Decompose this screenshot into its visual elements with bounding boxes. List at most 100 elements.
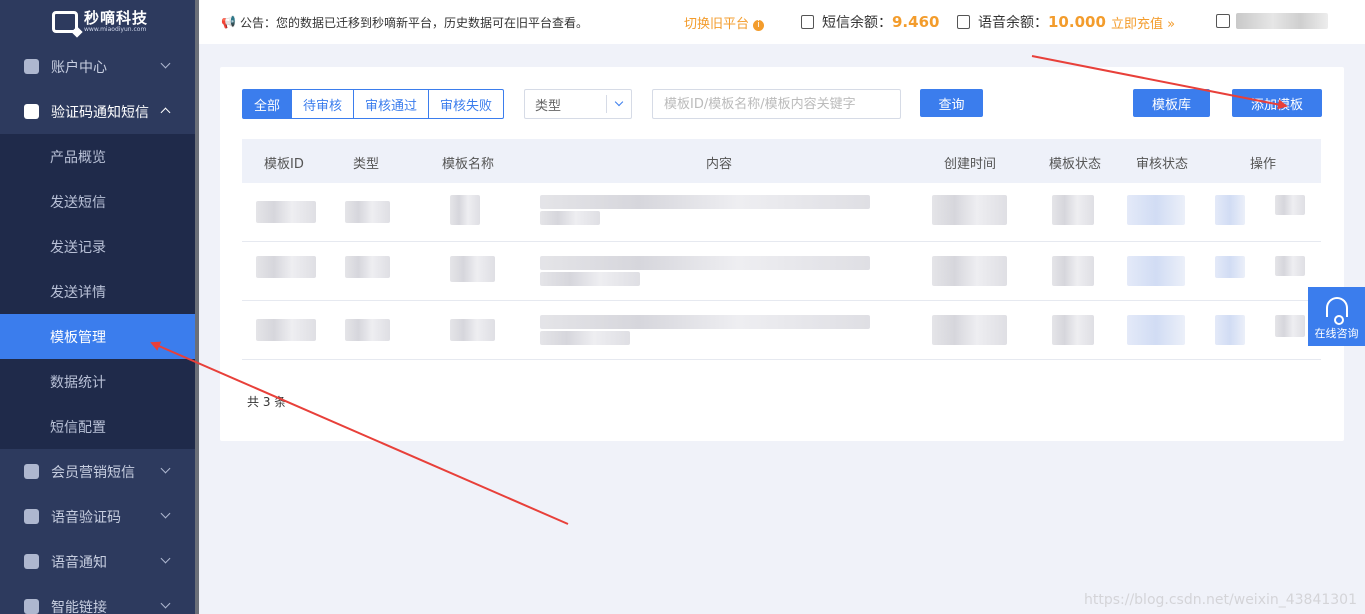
sidebar-group-label: 语音验证码 — [51, 509, 121, 526]
redacted-action[interactable] — [1215, 195, 1245, 225]
redacted-cell — [345, 319, 390, 341]
sidebar-group-verification-sms[interactable]: 验证码通知短信 — [0, 89, 195, 134]
user-icon — [1216, 14, 1230, 28]
redacted-cell — [450, 319, 495, 341]
redacted-cell — [540, 256, 870, 270]
search-input[interactable] — [652, 89, 901, 119]
redacted-action[interactable] — [1275, 195, 1305, 215]
tab-rejected[interactable]: 审核失败 — [428, 90, 503, 118]
info-icon: i — [753, 19, 765, 31]
redacted-cell — [1127, 195, 1185, 225]
tab-approved[interactable]: 审核通过 — [353, 90, 428, 118]
redacted-cell — [1127, 256, 1185, 286]
logo[interactable]: 秒嘀科技 www.miaodiyun.com — [0, 0, 195, 44]
table-row — [242, 301, 1321, 360]
switch-old-platform-link[interactable]: 切换旧平台 i — [684, 13, 765, 32]
redacted-cell — [932, 256, 1007, 286]
link-icon — [24, 599, 39, 614]
redacted-action[interactable] — [1275, 315, 1305, 337]
tab-pending[interactable]: 待审核 — [291, 90, 353, 118]
col-content: 内容 — [706, 157, 733, 172]
sidebar-group-account[interactable]: 账户中心 — [0, 44, 195, 89]
sidebar-item-send-sms[interactable]: 发送短信 — [0, 179, 195, 224]
watermark: https://blog.csdn.net/weixin_43841301 — [1083, 592, 1357, 608]
sidebar-item-template-management[interactable]: 模板管理 — [0, 314, 195, 359]
redacted-action[interactable] — [1215, 315, 1245, 345]
logo-url: www.miaodiyun.com — [84, 26, 147, 33]
headset-icon — [1325, 297, 1348, 325]
sidebar-group-voice-code[interactable]: 语音验证码 — [0, 494, 195, 539]
chevron-down-icon — [160, 463, 171, 474]
sidebar: 秒嘀科技 www.miaodiyun.com 账户中心 验证码通知短信 产品概览… — [0, 0, 195, 614]
sidebar-group-marketing-sms[interactable]: 会员营销短信 — [0, 449, 195, 494]
redacted-cell — [932, 195, 1007, 225]
redacted-cell — [1127, 315, 1185, 345]
sms-balance-icon — [801, 15, 814, 29]
type-select-value: 类型 — [535, 98, 562, 114]
user-icon — [24, 554, 39, 569]
top-bar: 📢 公告：您的数据已迁移到秒嘀新平台，历史数据可在旧平台查看。 切换旧平台 i 短… — [199, 0, 1365, 44]
select-divider — [606, 95, 607, 113]
chevron-down-icon — [614, 97, 624, 107]
sidebar-submenu: 产品概览 发送短信 发送记录 发送详情 模板管理 数据统计 短信配置 — [0, 134, 195, 449]
sidebar-item-send-details[interactable]: 发送详情 — [0, 269, 195, 314]
logo-icon — [52, 11, 78, 33]
table-row — [242, 183, 1321, 242]
sidebar-group-label: 智能链接 — [51, 599, 107, 614]
sidebar-group-smart-link[interactable]: 智能链接 — [0, 584, 195, 614]
col-template-status: 模板状态 — [1049, 157, 1102, 172]
announcement-text: 公告：您的数据已迁移到秒嘀新平台，历史数据可在旧平台查看。 — [239, 15, 588, 30]
sidebar-group-label: 语音通知 — [51, 554, 107, 571]
voice-balance-label: 语音余额： — [978, 15, 1048, 31]
redacted-cell — [932, 315, 1007, 345]
chevron-down-icon — [160, 598, 171, 609]
chevron-down-icon — [160, 58, 171, 69]
redacted-cell — [256, 201, 316, 223]
col-template-name: 模板名称 — [442, 157, 495, 172]
member-icon — [24, 464, 39, 479]
redacted-cell — [345, 256, 390, 278]
tab-all[interactable]: 全部 — [243, 90, 292, 118]
redacted-cell — [1052, 315, 1094, 345]
redacted-cell — [1052, 256, 1094, 286]
sidebar-group-voice-notice[interactable]: 语音通知 — [0, 539, 195, 584]
redacted-cell — [540, 315, 870, 329]
chevron-down-icon — [160, 508, 171, 519]
col-template-id: 模板ID — [264, 157, 304, 172]
recharge-link[interactable]: 立即充值 » — [1111, 13, 1175, 32]
chevron-up-icon — [160, 107, 171, 118]
status-filter-tabs: 全部 待审核 审核通过 审核失败 — [242, 89, 505, 119]
voice-balance-icon — [957, 15, 970, 29]
sidebar-item-overview[interactable]: 产品概览 — [0, 134, 195, 179]
megaphone-icon: 📢 — [221, 15, 236, 29]
chevron-down-icon — [160, 553, 171, 564]
sms-balance-value: 9.460 — [892, 13, 940, 31]
col-type: 类型 — [353, 157, 380, 172]
redacted-action[interactable] — [1275, 256, 1305, 276]
col-actions: 操作 — [1250, 157, 1277, 172]
col-review-status: 审核状态 — [1136, 157, 1189, 172]
redacted-action[interactable] — [1215, 256, 1245, 278]
total-count: 共 3 条 — [247, 395, 287, 409]
table-header: 模板ID 类型 模板名称 内容 创建时间 模板状态 审核状态 操作 — [242, 139, 1321, 183]
sidebar-item-statistics[interactable]: 数据统计 — [0, 359, 195, 404]
redacted-cell — [450, 195, 480, 225]
redacted-cell — [540, 331, 630, 345]
online-consult-button[interactable]: 在线咨询 — [1308, 287, 1365, 346]
type-select[interactable]: 类型 — [524, 89, 632, 119]
table-row — [242, 242, 1321, 301]
redacted-cell — [256, 319, 316, 341]
add-template-button[interactable]: 添加模板 — [1232, 89, 1322, 117]
message-icon — [24, 104, 39, 119]
switch-old-platform-label: 切换旧平台 — [684, 16, 750, 32]
sidebar-item-send-records[interactable]: 发送记录 — [0, 224, 195, 269]
sidebar-item-sms-config[interactable]: 短信配置 — [0, 404, 195, 449]
template-library-button[interactable]: 模板库 — [1133, 89, 1210, 117]
query-button[interactable]: 查询 — [920, 89, 983, 117]
redacted-cell — [345, 201, 390, 223]
user-name-redacted[interactable] — [1236, 13, 1328, 29]
sidebar-scrollbar[interactable] — [195, 0, 199, 614]
logo-name: 秒嘀科技 — [84, 9, 149, 27]
redacted-cell — [450, 256, 495, 282]
sidebar-group-label: 会员营销短信 — [51, 464, 135, 481]
